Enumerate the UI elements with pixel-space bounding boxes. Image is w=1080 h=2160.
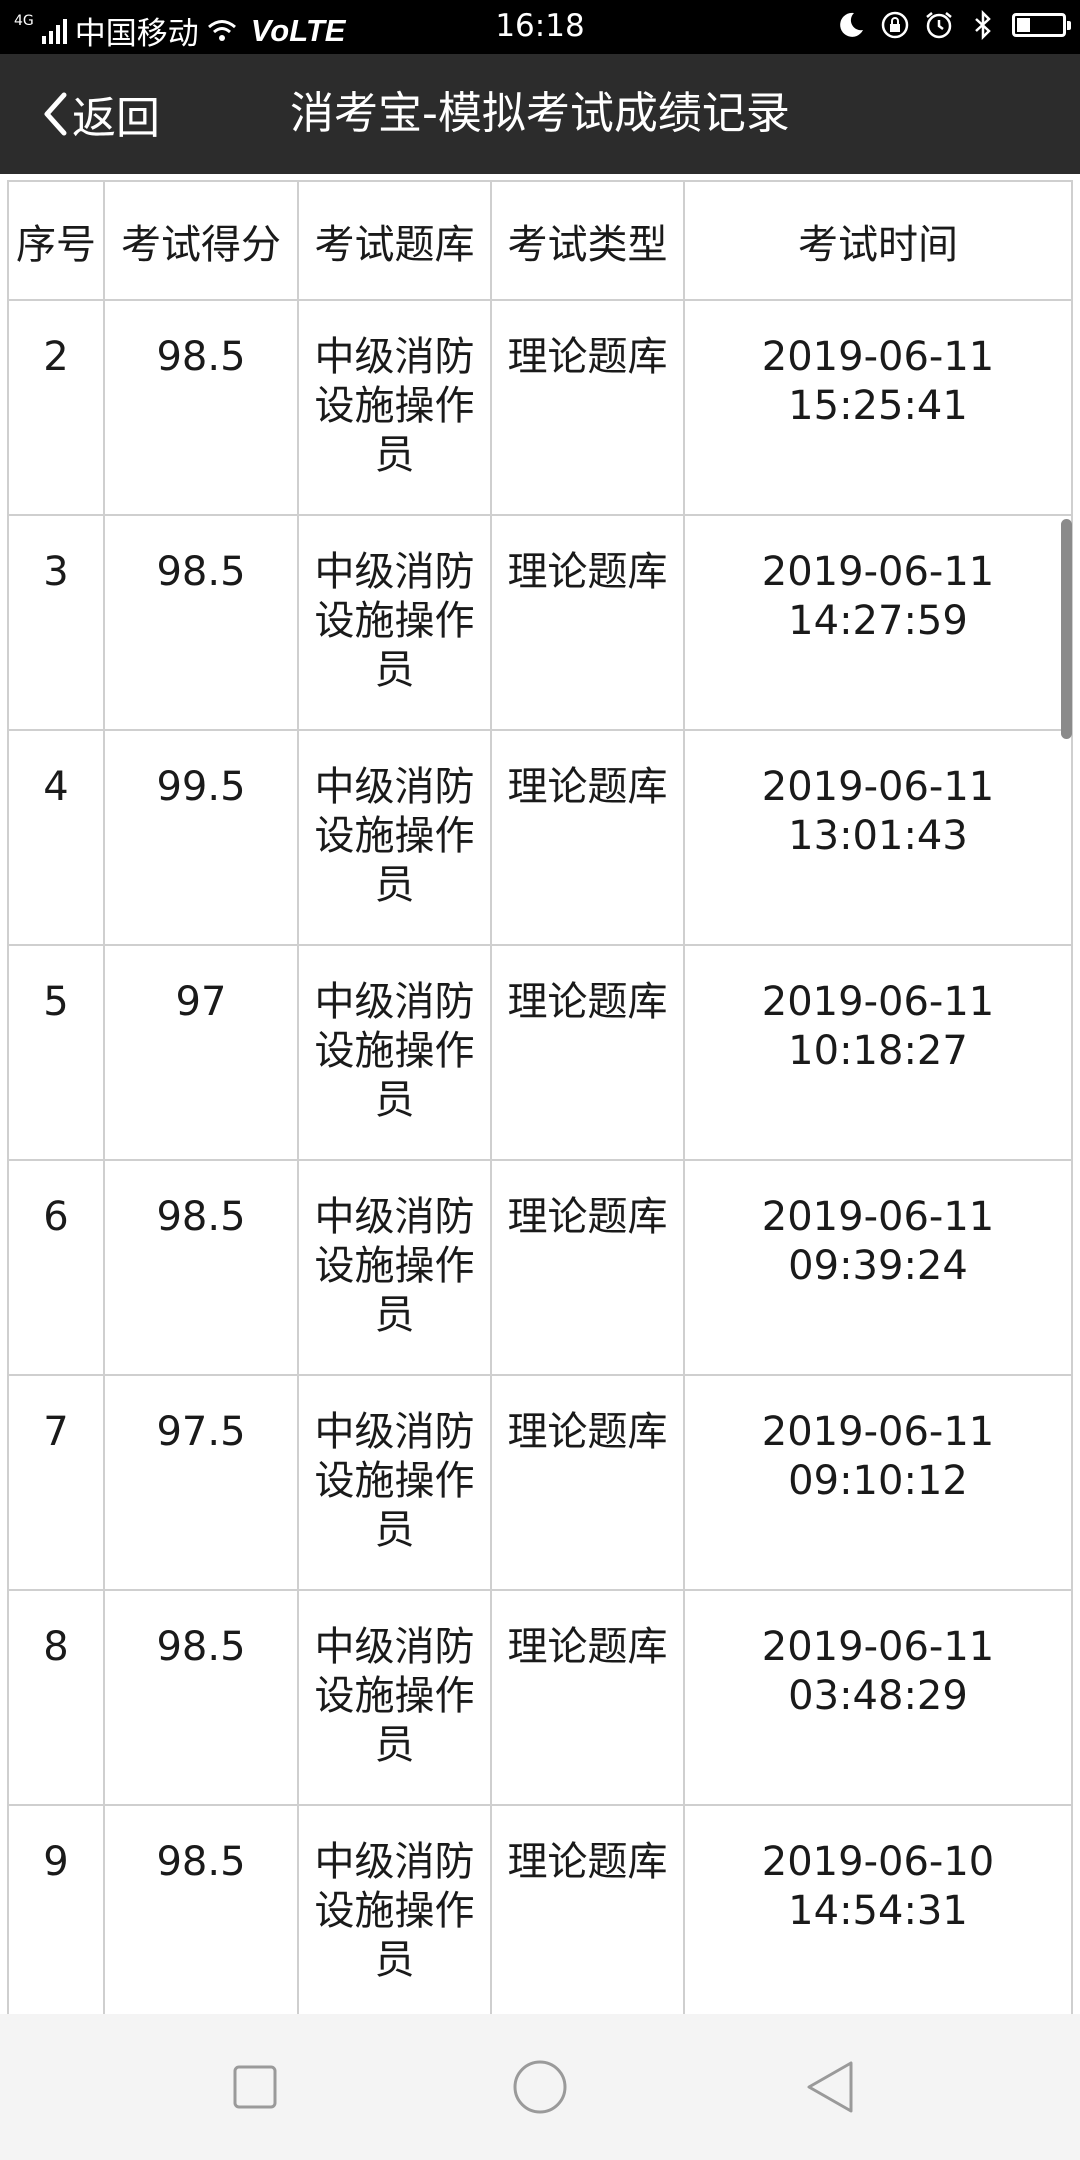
column-header-time: 考试时间: [683, 180, 1073, 301]
cell-score: 97: [103, 944, 299, 1161]
cell-index: 6: [7, 1159, 105, 1376]
cell-score: 98.5: [103, 514, 299, 731]
cell-bank: 中级消防设施操作员: [297, 1589, 492, 1806]
table-row[interactable]: 3 98.5 中级消防设施操作员 理论题库 2019-06-11 14:27:5…: [7, 514, 1073, 731]
cell-index: 8: [7, 1589, 105, 1806]
bluetooth-icon: [975, 10, 991, 40]
cell-clock-text: 13:01:43: [788, 813, 968, 859]
cell-index: 7: [7, 1374, 105, 1591]
cell-bank-text: 中级消防设施操作员: [314, 549, 475, 693]
cell-bank-text: 中级消防设施操作员: [314, 979, 475, 1123]
cell-bank-text: 中级消防设施操作员: [314, 1409, 475, 1553]
cell-time: 2019-06-11 03:48:29: [683, 1589, 1073, 1806]
cell-bank: 中级消防设施操作员: [297, 1374, 492, 1591]
table-row[interactable]: 8 98.5 中级消防设施操作员 理论题库 2019-06-11 03:48:2…: [7, 1589, 1073, 1806]
status-bar: 4G 中国移动 VoLTE 16:18: [0, 0, 1080, 54]
title-bar: 返回 消考宝-模拟考试成绩记录: [0, 54, 1080, 174]
cell-score: 97.5: [103, 1374, 299, 1591]
cell-type: 理论题库: [490, 1159, 685, 1376]
cell-time: 2019-06-10 14:54:31: [683, 1804, 1073, 2014]
cell-type: 理论题库: [490, 1589, 685, 1806]
table-row[interactable]: 9 98.5 中级消防设施操作员 理论题库 2019-06-10 14:54:3…: [7, 1804, 1073, 2014]
table-header-row: 序号 考试得分 考试题库 考试类型 考试时间: [7, 180, 1073, 301]
column-header-bank: 考试题库: [297, 180, 492, 301]
cell-clock-text: 15:25:41: [788, 383, 968, 429]
cell-clock-text: 14:54:31: [788, 1888, 968, 1934]
cell-bank: 中级消防设施操作员: [297, 299, 492, 516]
cell-time: 2019-06-11 09:39:24: [683, 1159, 1073, 1376]
cell-date-text: 2019-06-11: [761, 549, 995, 595]
cell-date-text: 2019-06-11: [761, 1194, 995, 1240]
cell-index: 2: [7, 299, 105, 516]
cell-bank-text: 中级消防设施操作员: [314, 1839, 475, 1983]
cell-bank-text: 中级消防设施操作员: [314, 764, 475, 908]
cell-bank: 中级消防设施操作员: [297, 729, 492, 946]
cell-time: 2019-06-11 13:01:43: [683, 729, 1073, 946]
cell-index: 9: [7, 1804, 105, 2014]
cell-bank-text: 中级消防设施操作员: [314, 1624, 475, 1768]
status-right: [836, 10, 1071, 40]
cell-date-text: 2019-06-11: [761, 1409, 995, 1455]
back-triangle-icon[interactable]: [795, 2052, 865, 2122]
cell-clock-text: 03:48:29: [788, 1673, 968, 1719]
vertical-scrollbar[interactable]: [1061, 519, 1072, 739]
recent-apps-icon[interactable]: [220, 2052, 290, 2122]
system-nav-bar: [0, 2014, 1080, 2160]
chevron-left-icon: [44, 92, 67, 136]
table-row[interactable]: 4 99.5 中级消防设施操作员 理论题库 2019-06-11 13:01:4…: [7, 729, 1073, 946]
records-scroll-area[interactable]: 序号 考试得分 考试题库 考试类型 考试时间 2 98.5 中级消防设施操作员 …: [0, 174, 1080, 2014]
moon-icon: [840, 12, 863, 37]
cell-bank-text: 中级消防设施操作员: [314, 1194, 475, 1338]
cell-score: 99.5: [103, 729, 299, 946]
cell-type: 理论题库: [490, 514, 685, 731]
back-label: 返回: [72, 93, 160, 144]
cell-score: 98.5: [103, 1589, 299, 1806]
table-row[interactable]: 6 98.5 中级消防设施操作员 理论题库 2019-06-11 09:39:2…: [7, 1159, 1073, 1376]
cell-time: 2019-06-11 09:10:12: [683, 1374, 1073, 1591]
cell-score: 98.5: [103, 1804, 299, 2014]
cell-index: 4: [7, 729, 105, 946]
battery-level: [1017, 18, 1030, 32]
table-row[interactable]: 2 98.5 中级消防设施操作员 理论题库 2019-06-11 15:25:4…: [7, 299, 1073, 516]
cell-bank: 中级消防设施操作员: [297, 944, 492, 1161]
cell-date-text: 2019-06-10: [761, 1839, 995, 1885]
cell-date-text: 2019-06-11: [761, 334, 995, 380]
column-header-index: 序号: [7, 180, 105, 301]
cell-score: 98.5: [103, 299, 299, 516]
cell-date-text: 2019-06-11: [761, 764, 995, 810]
cell-clock-text: 09:10:12: [788, 1458, 968, 1504]
table-row[interactable]: 5 97 中级消防设施操作员 理论题库 2019-06-11 10:18:27: [7, 944, 1073, 1161]
column-header-type: 考试类型: [490, 180, 685, 301]
cell-score: 98.5: [103, 1159, 299, 1376]
cell-time: 2019-06-11 10:18:27: [683, 944, 1073, 1161]
cell-type: 理论题库: [490, 1804, 685, 2014]
rotation-lock-icon: [881, 11, 909, 39]
cell-index: 3: [7, 514, 105, 731]
cell-type: 理论题库: [490, 944, 685, 1161]
column-header-score: 考试得分: [103, 180, 299, 301]
cell-time: 2019-06-11 15:25:41: [683, 299, 1073, 516]
cell-date-text: 2019-06-11: [761, 979, 995, 1025]
table-row[interactable]: 7 97.5 中级消防设施操作员 理论题库 2019-06-11 09:10:1…: [7, 1374, 1073, 1591]
exam-records-table: 序号 考试得分 考试题库 考试类型 考试时间 2 98.5 中级消防设施操作员 …: [7, 180, 1073, 2014]
cell-bank-text: 中级消防设施操作员: [314, 334, 475, 478]
cell-bank: 中级消防设施操作员: [297, 514, 492, 731]
back-button[interactable]: 返回: [42, 84, 160, 144]
cell-index: 5: [7, 944, 105, 1161]
cell-time: 2019-06-11 14:27:59: [683, 514, 1073, 731]
cell-clock-text: 14:27:59: [788, 598, 968, 644]
cell-clock-text: 10:18:27: [788, 1028, 968, 1074]
cell-bank: 中级消防设施操作员: [297, 1159, 492, 1376]
cell-type: 理论题库: [490, 729, 685, 946]
cell-clock-text: 09:39:24: [788, 1243, 968, 1289]
battery-icon: [1012, 13, 1071, 37]
home-icon[interactable]: [505, 2052, 575, 2122]
cell-date-text: 2019-06-11: [761, 1624, 995, 1670]
cell-type: 理论题库: [490, 299, 685, 516]
alarm-icon: [926, 12, 952, 39]
cell-bank: 中级消防设施操作员: [297, 1804, 492, 2014]
cell-type: 理论题库: [490, 1374, 685, 1591]
page-title: 消考宝-模拟考试成绩记录: [290, 88, 790, 139]
